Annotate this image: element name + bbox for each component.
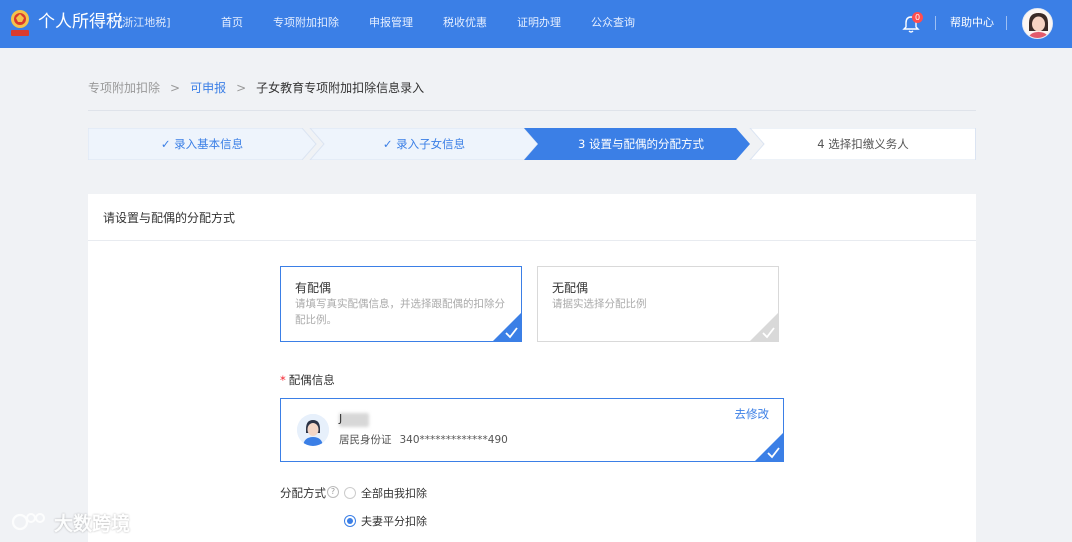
radio-all-by-me[interactable]: 全部由我扣除: [344, 485, 427, 501]
option-desc: 请填写真实配偶信息，并选择跟配偶的扣除分配比例。: [295, 298, 505, 326]
step-2: ✓ 录入子女信息: [382, 137, 466, 151]
user-avatar[interactable]: [1022, 8, 1053, 39]
step-progress: ✓ 录入基本信息 ✓ 录入子女信息 3 设置与配偶的分配方式 4 选择扣缴义务人: [88, 128, 976, 160]
spouse-id-number: 340*************490: [399, 434, 508, 446]
card-divider: [88, 240, 976, 241]
step-4: 4 选择扣缴义务人: [817, 137, 909, 151]
top-header: 个人所得税 [浙江地税] 首页 专项附加扣除 申报管理 税收优惠 证明办理 公众…: [0, 0, 1072, 48]
breadcrumb-divider: [88, 110, 976, 111]
spouse-avatar-icon: [297, 414, 329, 446]
user-avatar-icon: [1023, 9, 1052, 38]
nav-home[interactable]: 首页: [206, 0, 258, 48]
region-label: [浙江地税]: [118, 16, 171, 29]
watermark-logo-icon: [11, 513, 45, 531]
allocation-label: 分配方式: [280, 486, 326, 500]
breadcrumb-separator: >: [236, 81, 247, 95]
spouse-id-type: 居民身份证: [339, 434, 392, 446]
allocation-card: 请设置与配偶的分配方式 有配偶 请填写真实配偶信息，并选择跟配偶的扣除分配比例。…: [88, 194, 976, 542]
breadcrumb-separator: >: [170, 81, 181, 95]
nav-certificates[interactable]: 证明办理: [502, 0, 576, 48]
option-title: 无配偶: [552, 281, 589, 295]
radio-split-equally[interactable]: 夫妻平分扣除: [344, 513, 427, 529]
app-title: 个人所得税: [38, 12, 123, 32]
watermark: 大数跨境: [10, 508, 130, 536]
spouse-info-text: 配偶信息: [288, 373, 335, 387]
breadcrumb-root[interactable]: 专项附加扣除: [88, 80, 160, 96]
spouse-name: J: [339, 412, 343, 425]
edit-spouse-link[interactable]: 去修改: [735, 407, 770, 422]
selected-check-icon: [755, 433, 783, 461]
nav-tax-benefits[interactable]: 税收优惠: [428, 0, 502, 48]
radio-label: 全部由我扣除: [361, 487, 427, 500]
radio-circle[interactable]: [344, 487, 356, 499]
header-divider: [935, 16, 936, 30]
spouse-name-blur: [339, 413, 369, 427]
nav-declaration[interactable]: 申报管理: [354, 0, 428, 48]
option-desc: 请据实选择分配比例: [552, 298, 647, 310]
notification-badge: 0: [912, 12, 923, 23]
spouse-info-label: * 配偶信息: [280, 373, 335, 388]
spouse-id-info: 居民身份证 340*************490: [339, 433, 508, 447]
radio-circle[interactable]: [344, 515, 356, 527]
step-1: ✓ 录入基本信息: [160, 137, 244, 151]
help-center-link[interactable]: 帮助中心: [950, 16, 994, 30]
unselected-check-icon: [750, 313, 778, 341]
radio-label: 夫妻平分扣除: [361, 515, 427, 528]
selected-check-icon: [493, 313, 521, 341]
option-no-spouse[interactable]: 无配偶 请据实选择分配比例: [537, 266, 779, 342]
option-has-spouse[interactable]: 有配偶 请填写真实配偶信息，并选择跟配偶的扣除分配比例。: [280, 266, 522, 342]
spouse-avatar: [297, 414, 329, 446]
nav-special-deduction[interactable]: 专项附加扣除: [258, 0, 354, 48]
question-icon[interactable]: ?: [327, 486, 339, 498]
nav-public-query[interactable]: 公众查询: [576, 0, 650, 48]
breadcrumb-current: 子女教育专项附加扣除信息录入: [256, 81, 425, 95]
required-mark: *: [280, 373, 286, 387]
step-3: 3 设置与配偶的分配方式: [578, 137, 704, 151]
card-title: 请设置与配偶的分配方式: [103, 211, 236, 225]
breadcrumb: 专项附加扣除 > 可申报 > 子女教育专项附加扣除信息录入: [88, 80, 424, 96]
breadcrumb-link[interactable]: 可申报: [190, 80, 226, 96]
header-divider: [1006, 16, 1007, 30]
watermark-text: 大数跨境: [54, 512, 131, 535]
tax-emblem-icon: [11, 10, 29, 36]
spouse-info-box: J 居民身份证 340*************490 去修改: [280, 398, 784, 462]
option-title: 有配偶: [295, 281, 332, 295]
main-nav: 首页 专项附加扣除 申报管理 税收优惠 证明办理 公众查询: [206, 0, 650, 48]
